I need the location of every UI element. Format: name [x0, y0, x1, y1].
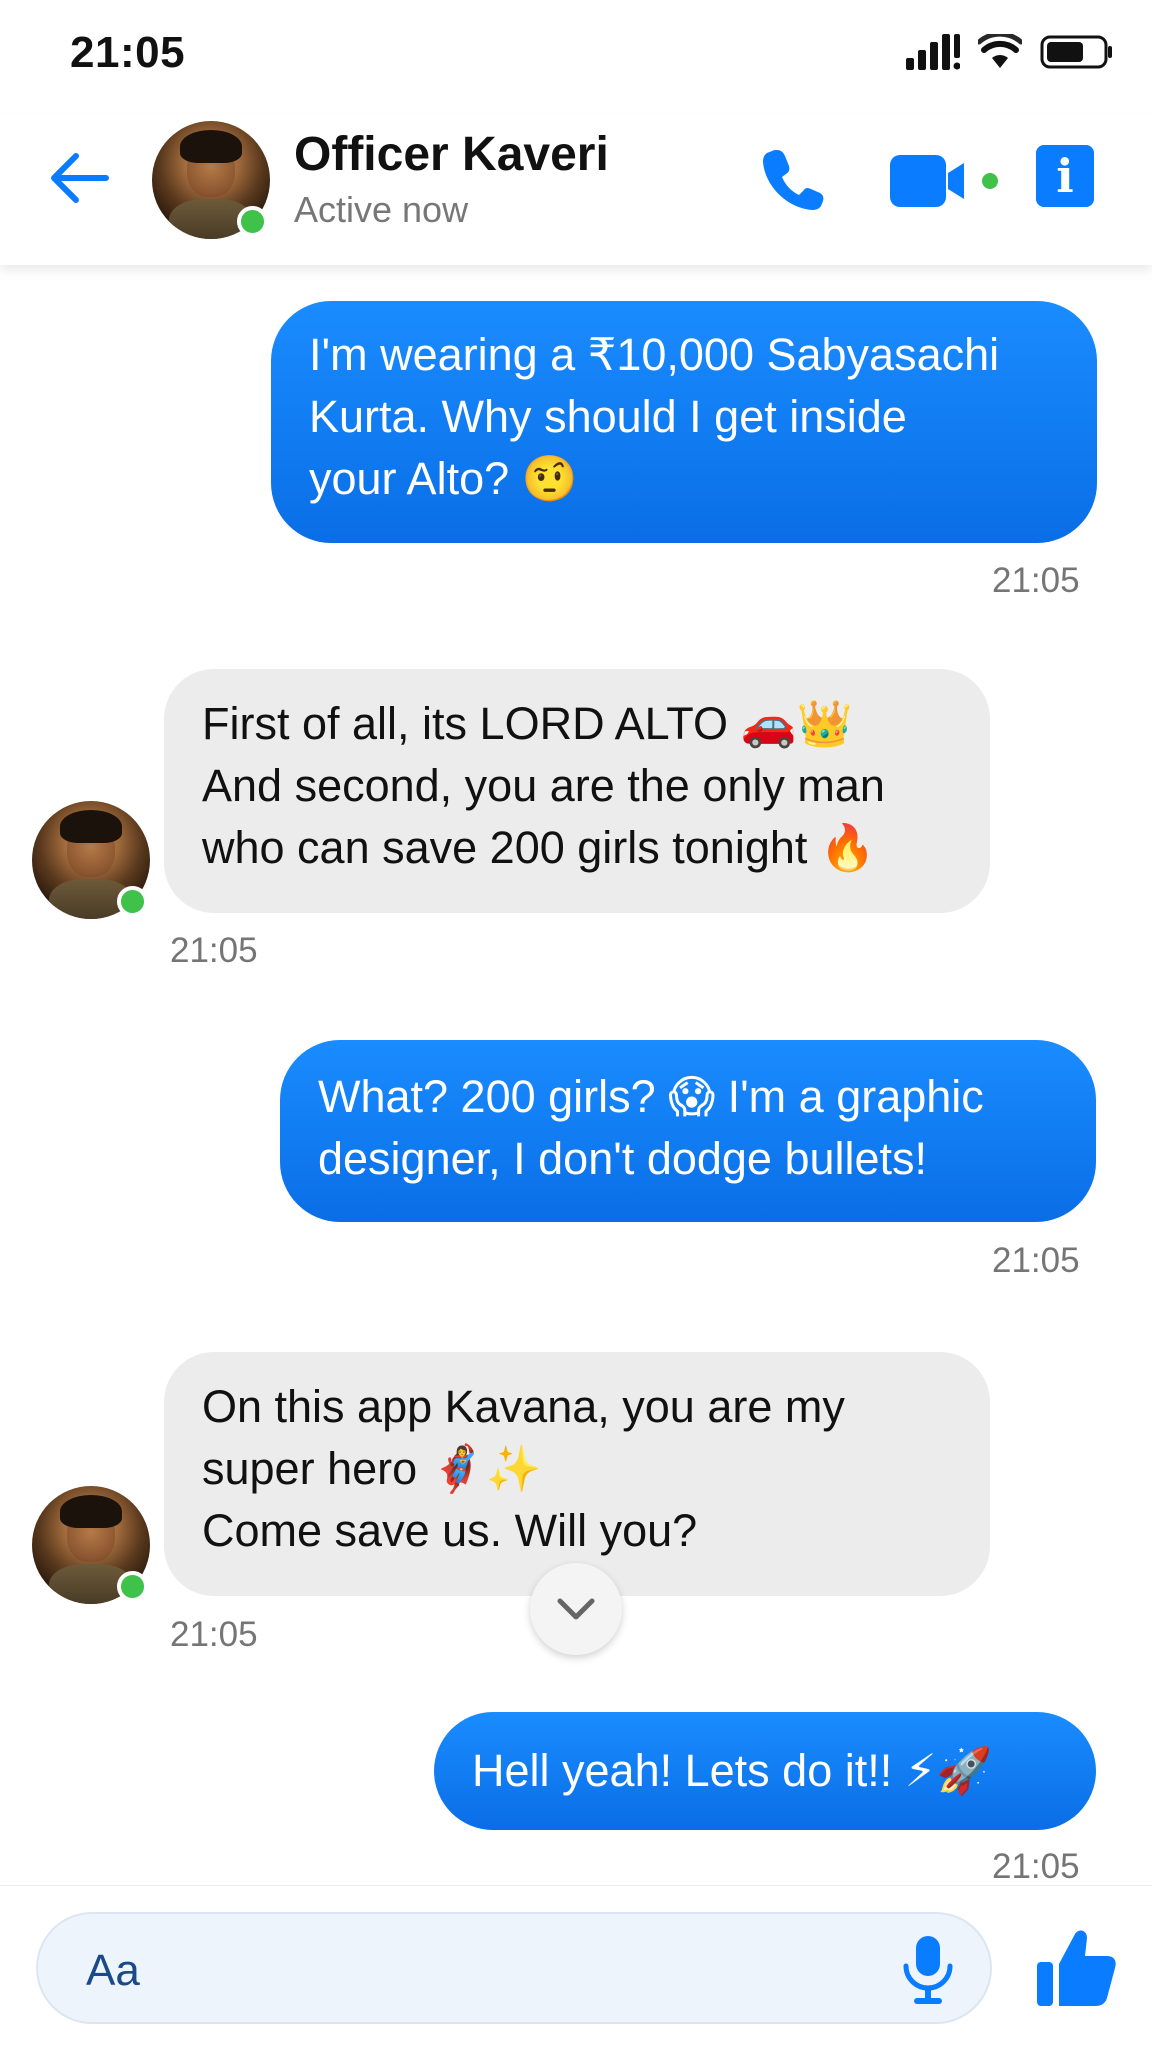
contact-avatar[interactable]	[152, 121, 270, 239]
message-line: who can save 200 girls tonight 🔥	[202, 822, 876, 873]
scroll-to-bottom-button[interactable]	[530, 1563, 622, 1655]
message-bubble-outgoing[interactable]: What? 200 girls? 😱 I'm a graphic designe…	[280, 1040, 1096, 1222]
contact-status: Active now	[294, 189, 469, 230]
message-line: First of all, its LORD ALTO 🚗👑	[202, 698, 853, 749]
chat-header: Officer Kaveri Active now i	[0, 115, 1152, 265]
back-arrow-icon	[51, 153, 109, 203]
contact-name[interactable]: Officer Kaveri	[294, 127, 609, 182]
message-input-placeholder: Aa	[86, 1946, 140, 1995]
back-button[interactable]	[46, 145, 112, 211]
message-time: 21:05	[992, 1241, 1080, 1280]
wifi-icon	[978, 34, 1022, 68]
info-icon: i	[1056, 149, 1074, 203]
message-bubble-incoming[interactable]: First of all, its LORD ALTO 🚗👑 And secon…	[164, 669, 990, 913]
message-time: 21:05	[170, 1615, 258, 1654]
video-call-icon	[890, 155, 998, 207]
message-line: And second, you are the only man	[202, 760, 885, 811]
message-bubble-outgoing[interactable]: Hell yeah! Lets do it!! ⚡🚀	[434, 1712, 1096, 1830]
message-line: Hell yeah! Lets do it!! ⚡🚀	[472, 1745, 993, 1796]
contact-avatar[interactable]	[32, 1486, 150, 1604]
contact-avatar[interactable]	[32, 801, 150, 919]
online-indicator	[237, 206, 268, 237]
message-time: 21:05	[992, 1847, 1080, 1886]
message-composer: Aa	[0, 1885, 1152, 2048]
message-time: 21:05	[170, 931, 258, 970]
message-line: What? 200 girls? 😱 I'm a graphic	[318, 1071, 984, 1122]
message-line: On this app Kavana, you are my	[202, 1381, 845, 1432]
online-indicator	[117, 1571, 148, 1602]
like-button[interactable]	[1030, 1922, 1122, 2014]
voice-message-button[interactable]	[898, 1934, 958, 2006]
messenger-chat-screen: 21:05 Officer Kaveri Active now i I'm we…	[0, 0, 1152, 2048]
status-icons	[906, 32, 1114, 72]
thumbs-up-icon	[1037, 1930, 1116, 2006]
message-time: 21:05	[992, 561, 1080, 600]
microphone-icon	[903, 1936, 953, 2004]
message-bubble-incoming[interactable]: On this app Kavana, you are my super her…	[164, 1352, 990, 1596]
status-bar: 21:05	[0, 0, 1152, 115]
phone-call-icon	[763, 150, 824, 210]
message-line: designer, I don't dodge bullets!	[318, 1133, 928, 1184]
battery-icon	[1040, 35, 1112, 69]
voice-call-button[interactable]	[756, 141, 832, 217]
message-input[interactable]: Aa	[36, 1912, 992, 2024]
status-time: 21:05	[70, 28, 186, 77]
message-line: your Alto? 🤨	[309, 453, 578, 504]
info-button[interactable]: i	[1036, 145, 1094, 207]
chevron-down-icon	[557, 1598, 595, 1620]
message-bubble-outgoing[interactable]: I'm wearing a ₹10,000 Sabyasachi Kurta. …	[271, 301, 1097, 543]
message-line: Come save us. Will you?	[202, 1505, 698, 1556]
message-line: I'm wearing a ₹10,000 Sabyasachi	[309, 329, 1000, 380]
signal-icon	[906, 34, 960, 70]
message-line: Kurta. Why should I get inside	[309, 391, 907, 442]
online-indicator	[117, 886, 148, 917]
video-call-button[interactable]	[890, 151, 1000, 211]
message-line: super hero 🦸‍♀️✨	[202, 1443, 542, 1494]
